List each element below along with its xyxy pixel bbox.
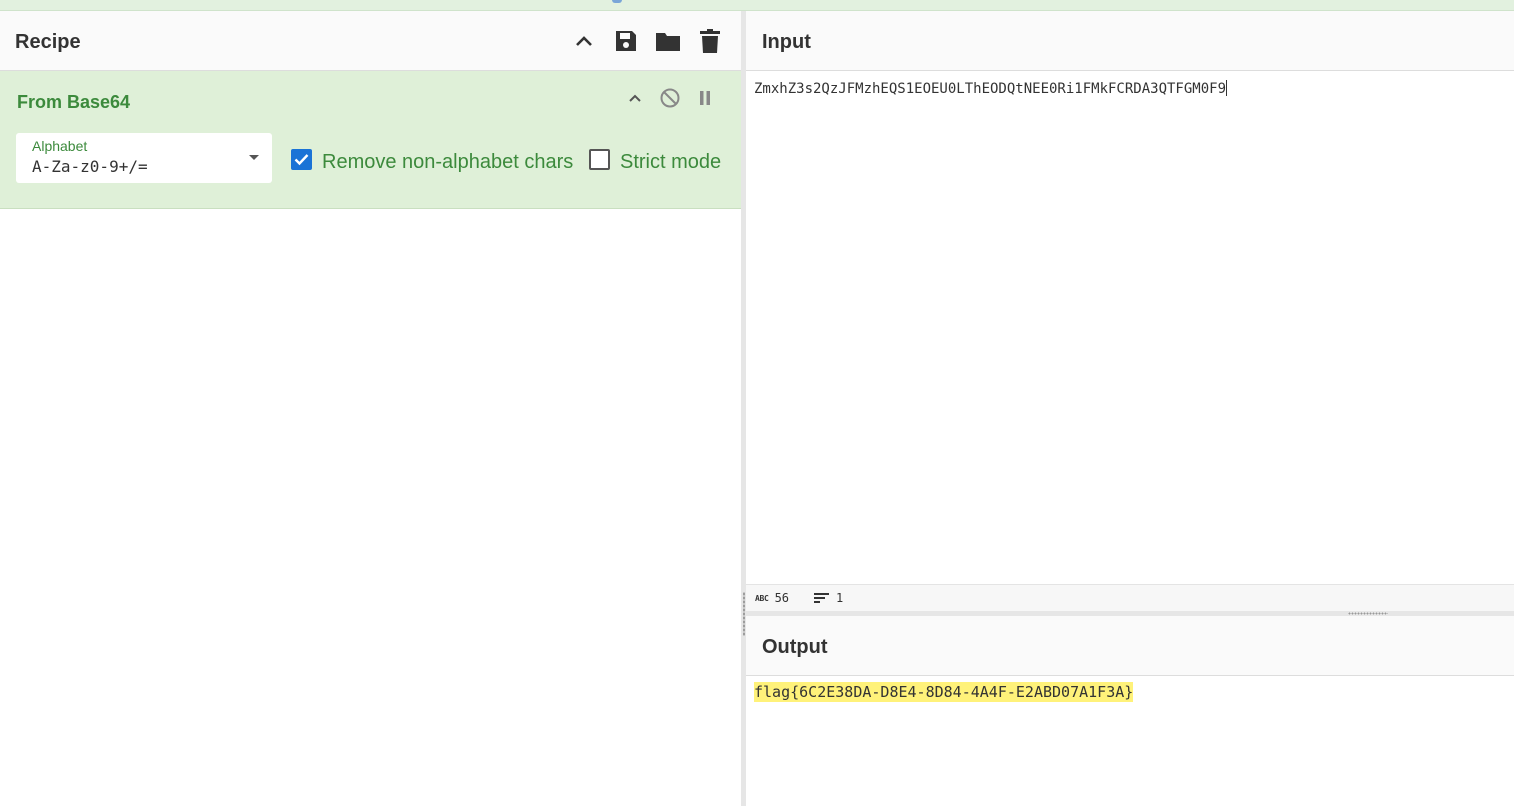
recipe-pane: Recipe From Base64 Alphabet A-Za-z0-9+/= [0, 11, 741, 806]
char-count-stat: ABC 56 [755, 591, 789, 605]
input-textarea[interactable]: ZmxhZ3s2QzJFMzhEQS1EOEU0LThEODQtNEE0Ri1F… [754, 80, 1228, 97]
output-title: Output [762, 636, 828, 658]
lines-icon [814, 593, 829, 603]
alphabet-select[interactable]: Alphabet A-Za-z0-9+/= [16, 133, 272, 183]
remove-nonalpha-label[interactable]: Remove non-alphabet chars [322, 151, 573, 174]
operation-title: From Base64 [17, 92, 131, 112]
folder-icon[interactable] [655, 28, 681, 54]
input-text: ZmxhZ3s2QzJFMzhEQS1EOEU0LThEODQtNEE0Ri1F… [754, 81, 1227, 97]
strict-mode-label[interactable]: Strict mode [620, 151, 721, 174]
output-pane: Output flag{6C2E38DA-D8E4-8D84-4A4F-E2AB… [746, 616, 1514, 806]
disable-icon[interactable] [659, 87, 681, 109]
line-count: 1 [836, 591, 844, 605]
chevron-up-icon[interactable] [624, 87, 646, 109]
remove-nonalpha-checkbox[interactable] [291, 149, 312, 170]
recipe-title: Recipe [15, 31, 81, 53]
line-count-stat: 1 [814, 591, 843, 605]
char-count: 56 [774, 591, 790, 605]
operation-from-base64[interactable]: From Base64 Alphabet A-Za-z0-9+/= Remove… [0, 71, 741, 209]
alphabet-label: Alphabet [32, 138, 88, 154]
recipe-header: Recipe [0, 11, 741, 71]
input-header: Input [746, 11, 1514, 71]
text-cursor [1226, 80, 1228, 96]
top-banner [0, 0, 1514, 11]
resize-handle[interactable] [1348, 612, 1388, 615]
chevron-down-icon [249, 155, 259, 160]
banner-marker [612, 0, 622, 3]
strict-mode-checkbox[interactable] [589, 149, 610, 170]
output-header: Output [746, 616, 1514, 676]
resize-handle[interactable] [743, 592, 745, 636]
pause-icon[interactable] [694, 87, 716, 109]
alphabet-value: A-Za-z0-9+/= [32, 157, 148, 176]
trash-icon[interactable] [697, 28, 723, 54]
abc-icon: ABC [755, 593, 769, 603]
input-pane: Input ZmxhZ3s2QzJFMzhEQS1EOEU0LThEODQtNE… [746, 11, 1514, 612]
input-title: Input [762, 31, 811, 53]
save-icon[interactable] [613, 28, 639, 54]
output-textarea[interactable]: flag{6C2E38DA-D8E4-8D84-4A4F-E2ABD07A1F3… [754, 682, 1134, 702]
chevron-up-icon[interactable] [571, 28, 597, 54]
output-text: flag{6C2E38DA-D8E4-8D84-4A4F-E2ABD07A1F3… [754, 682, 1134, 702]
input-status-bar: ABC 56 1 [746, 584, 1514, 612]
